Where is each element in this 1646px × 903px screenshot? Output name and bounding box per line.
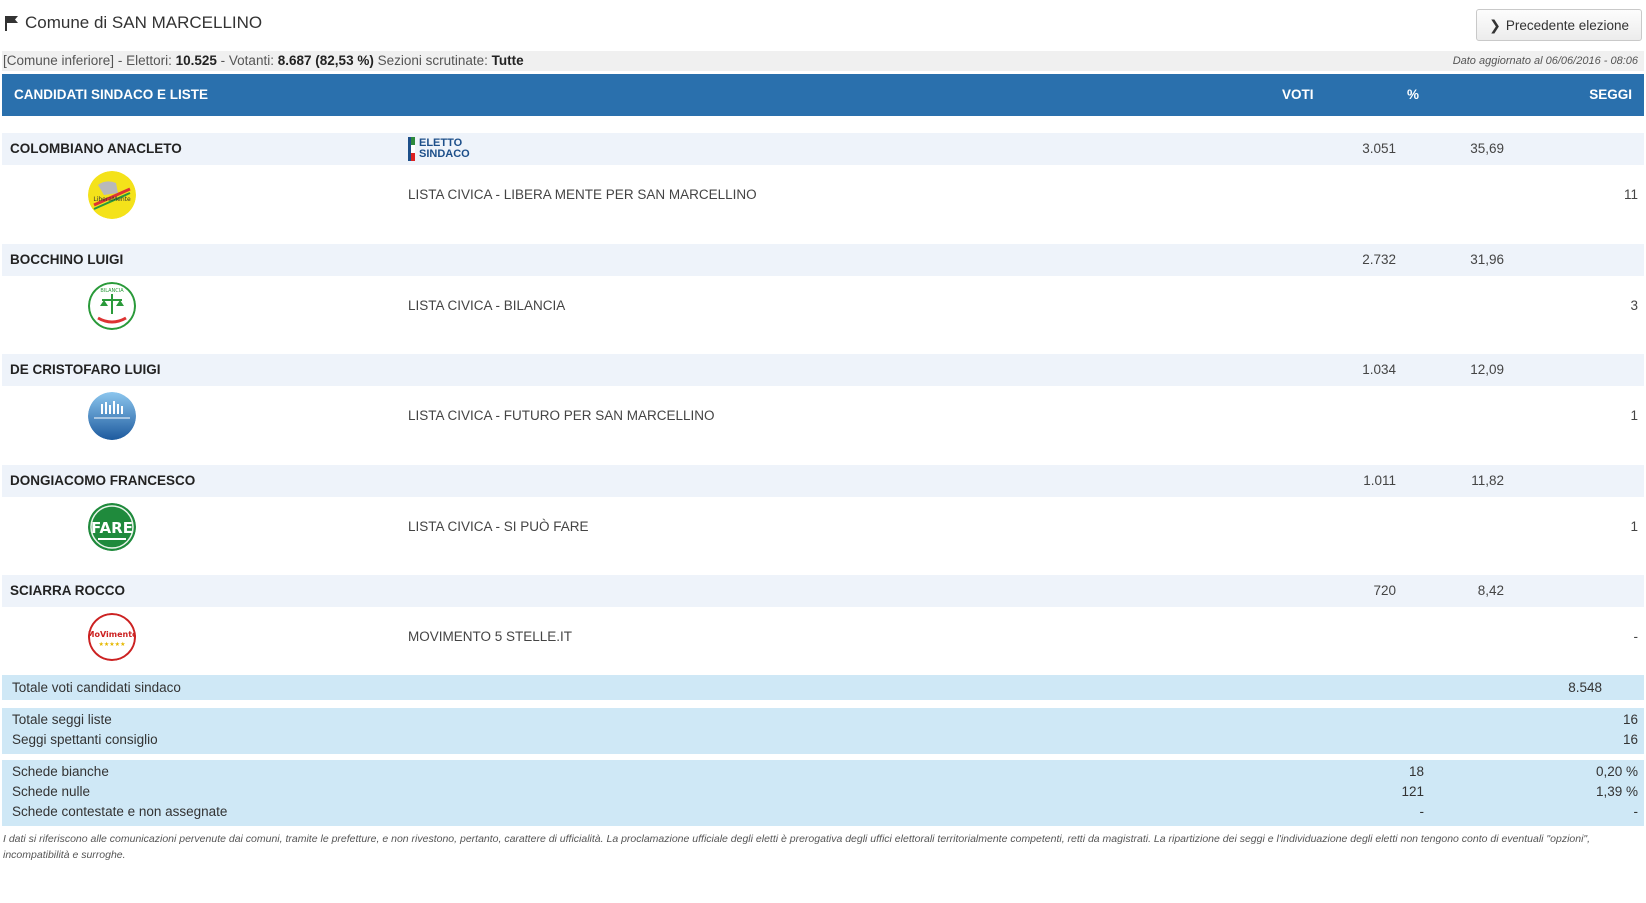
candidate-percent: 8,42 (1477, 583, 1504, 598)
contested-ballots-value: - (1419, 804, 1425, 819)
candidate-row: BOCCHINO LUIGI 2.732 31,96 (2, 244, 1644, 276)
page-title-row: Comune di SAN MARCELLINO (4, 8, 262, 38)
candidate-votes: 2.732 (1362, 252, 1396, 267)
page-title: Comune di SAN MARCELLINO (25, 13, 263, 32)
null-ballots-percent: 1,39 % (1595, 784, 1638, 799)
total-seats-label: Totale seggi liste (12, 712, 112, 727)
candidate-percent: 11,82 (1471, 473, 1504, 488)
blank-ballots-label: Schede bianche (12, 764, 109, 779)
col-voti: VOTI (1282, 87, 1314, 102)
candidate-votes: 1.034 (1362, 362, 1396, 377)
flag-icon (5, 16, 18, 31)
si-puo-fare-logo-icon: FARE (88, 503, 136, 551)
previous-election-button[interactable]: ❯ Precedente elezione (1476, 9, 1642, 41)
total-votes-block: Totale voti candidati sindaco 8.548 (2, 675, 1644, 700)
movimento-5-stelle-logo-icon: MoVimento ★★★★★ (88, 613, 136, 661)
table-header: CANDIDATI SINDACO E LISTE VOTI % SEGGI (2, 74, 1644, 116)
col-candidati: CANDIDATI SINDACO E LISTE (14, 87, 209, 102)
votanti-value: 8.687 (277, 53, 312, 68)
list-row: FARE LISTA CIVICA - SI PUÒ FARE 1 (2, 497, 1644, 557)
elettori-value: 10.525 (175, 53, 217, 68)
candidate-votes: 3.051 (1362, 141, 1396, 156)
candidate-votes: 1.011 (1363, 473, 1396, 488)
list-seats: 11 (1623, 187, 1638, 202)
council-seats-value: 16 (1622, 732, 1638, 747)
blank-ballots-percent: 0,20 % (1595, 764, 1638, 779)
candidate-percent: 12,09 (1470, 362, 1504, 377)
svg-text:FARE: FARE (91, 519, 133, 537)
candidate-name: COLOMBIANO ANACLETO (10, 141, 182, 156)
list-name: LISTA CIVICA - FUTURO PER SAN MARCELLINO (408, 408, 715, 423)
votanti-percent: (82,53 %) (315, 53, 374, 68)
candidate-percent: 31,96 (1470, 252, 1504, 267)
list-row: LiberaMente LISTA CIVICA - LIBERA MENTE … (2, 165, 1644, 225)
bilancia-logo-icon: BILANCIA (88, 282, 136, 330)
seats-totals-block: Totale seggi liste 16 Seggi spettanti co… (2, 708, 1644, 754)
last-updated: Dato aggiornato al 06/06/2016 - 08:06 (1452, 55, 1638, 67)
summary-bar: [Comune inferiore] - Elettori: 10.525 - … (2, 51, 1644, 71)
col-seggi: SEGGI (1589, 87, 1632, 102)
ballots-block: Schede bianche 18 0,20 % Schede nulle 12… (2, 760, 1644, 826)
candidate-votes: 720 (1373, 583, 1396, 598)
list-name: MOVIMENTO 5 STELLE.IT (408, 629, 573, 644)
blank-ballots-value: 18 (1408, 764, 1424, 779)
italian-flag-icon (408, 137, 415, 161)
list-row: MoVimento ★★★★★ MOVIMENTO 5 STELLE.IT - (2, 607, 1644, 667)
list-name: LISTA CIVICA - BILANCIA (408, 298, 566, 313)
candidate-name: DE CRISTOFARO LUIGI (10, 362, 161, 377)
sezioni-label: Sezioni scrutinate: (377, 53, 488, 68)
results-page: Comune di SAN MARCELLINO ❯ Precedente el… (0, 0, 1646, 903)
svg-text:MoVimento: MoVimento (88, 630, 136, 639)
total-votes-label: Totale voti candidati sindaco (12, 680, 181, 695)
candidate-row: COLOMBIANO ANACLETO ELETTO SINDACO 3.051 … (2, 133, 1644, 165)
list-seats: - (1633, 629, 1639, 644)
col-percent: % (1407, 87, 1420, 102)
list-name: LISTA CIVICA - SI PUÒ FARE (408, 519, 589, 534)
list-row: LISTA CIVICA - FUTURO PER SAN MARCELLINO… (2, 386, 1644, 446)
svg-text:LiberaMente: LiberaMente (93, 196, 131, 203)
previous-election-label: Precedente elezione (1505, 17, 1629, 33)
sindaco-label: SINDACO (419, 148, 470, 160)
candidate-percent: 35,69 (1470, 141, 1504, 156)
candidate-name: DONGIACOMO FRANCESCO (10, 473, 196, 488)
council-seats-label: Seggi spettanti consiglio (12, 732, 158, 747)
candidate-name: BOCCHINO LUIGI (10, 252, 124, 267)
candidate-name: SCIARRA ROCCO (10, 583, 126, 598)
total-seats-value: 16 (1622, 712, 1638, 727)
contested-ballots-label: Schede contestate e non assegnate (12, 804, 228, 819)
candidate-row: DONGIACOMO FRANCESCO 1.011 11,82 (2, 465, 1644, 497)
elettori-label: - Elettori: (117, 53, 172, 68)
svg-text:BILANCIA: BILANCIA (100, 288, 124, 294)
candidate-row: DE CRISTOFARO LUIGI 1.034 12,09 (2, 354, 1644, 386)
null-ballots-value: 121 (1401, 784, 1424, 799)
disclaimer-footnote: I dati si riferiscono alle comunicazioni… (3, 833, 1591, 861)
eletto-sindaco-badge: ELETTO SINDACO (408, 137, 470, 161)
list-seats: 1 (1630, 408, 1638, 423)
list-seats: 3 (1630, 298, 1638, 313)
chevron-right-icon: ❯ (1489, 16, 1501, 33)
null-ballots-label: Schede nulle (12, 784, 91, 799)
futuro-logo-icon (88, 392, 136, 440)
list-row: BILANCIA LISTA CIVICA - BILANCIA 3 (2, 276, 1644, 336)
candidate-row: SCIARRA ROCCO 720 8,42 (2, 575, 1644, 607)
sezioni-value: Tutte (491, 53, 524, 68)
votanti-label: - Votanti: (220, 53, 274, 68)
svg-text:★★★★★: ★★★★★ (99, 641, 126, 648)
list-seats: 1 (1630, 519, 1638, 534)
comune-type: [Comune inferiore] (3, 53, 115, 68)
contested-ballots-percent: - (1633, 804, 1639, 819)
total-votes-value: 8.548 (1568, 680, 1602, 695)
list-name: LISTA CIVICA - LIBERA MENTE PER SAN MARC… (408, 187, 757, 202)
libera-mente-logo-icon: LiberaMente (88, 171, 136, 219)
